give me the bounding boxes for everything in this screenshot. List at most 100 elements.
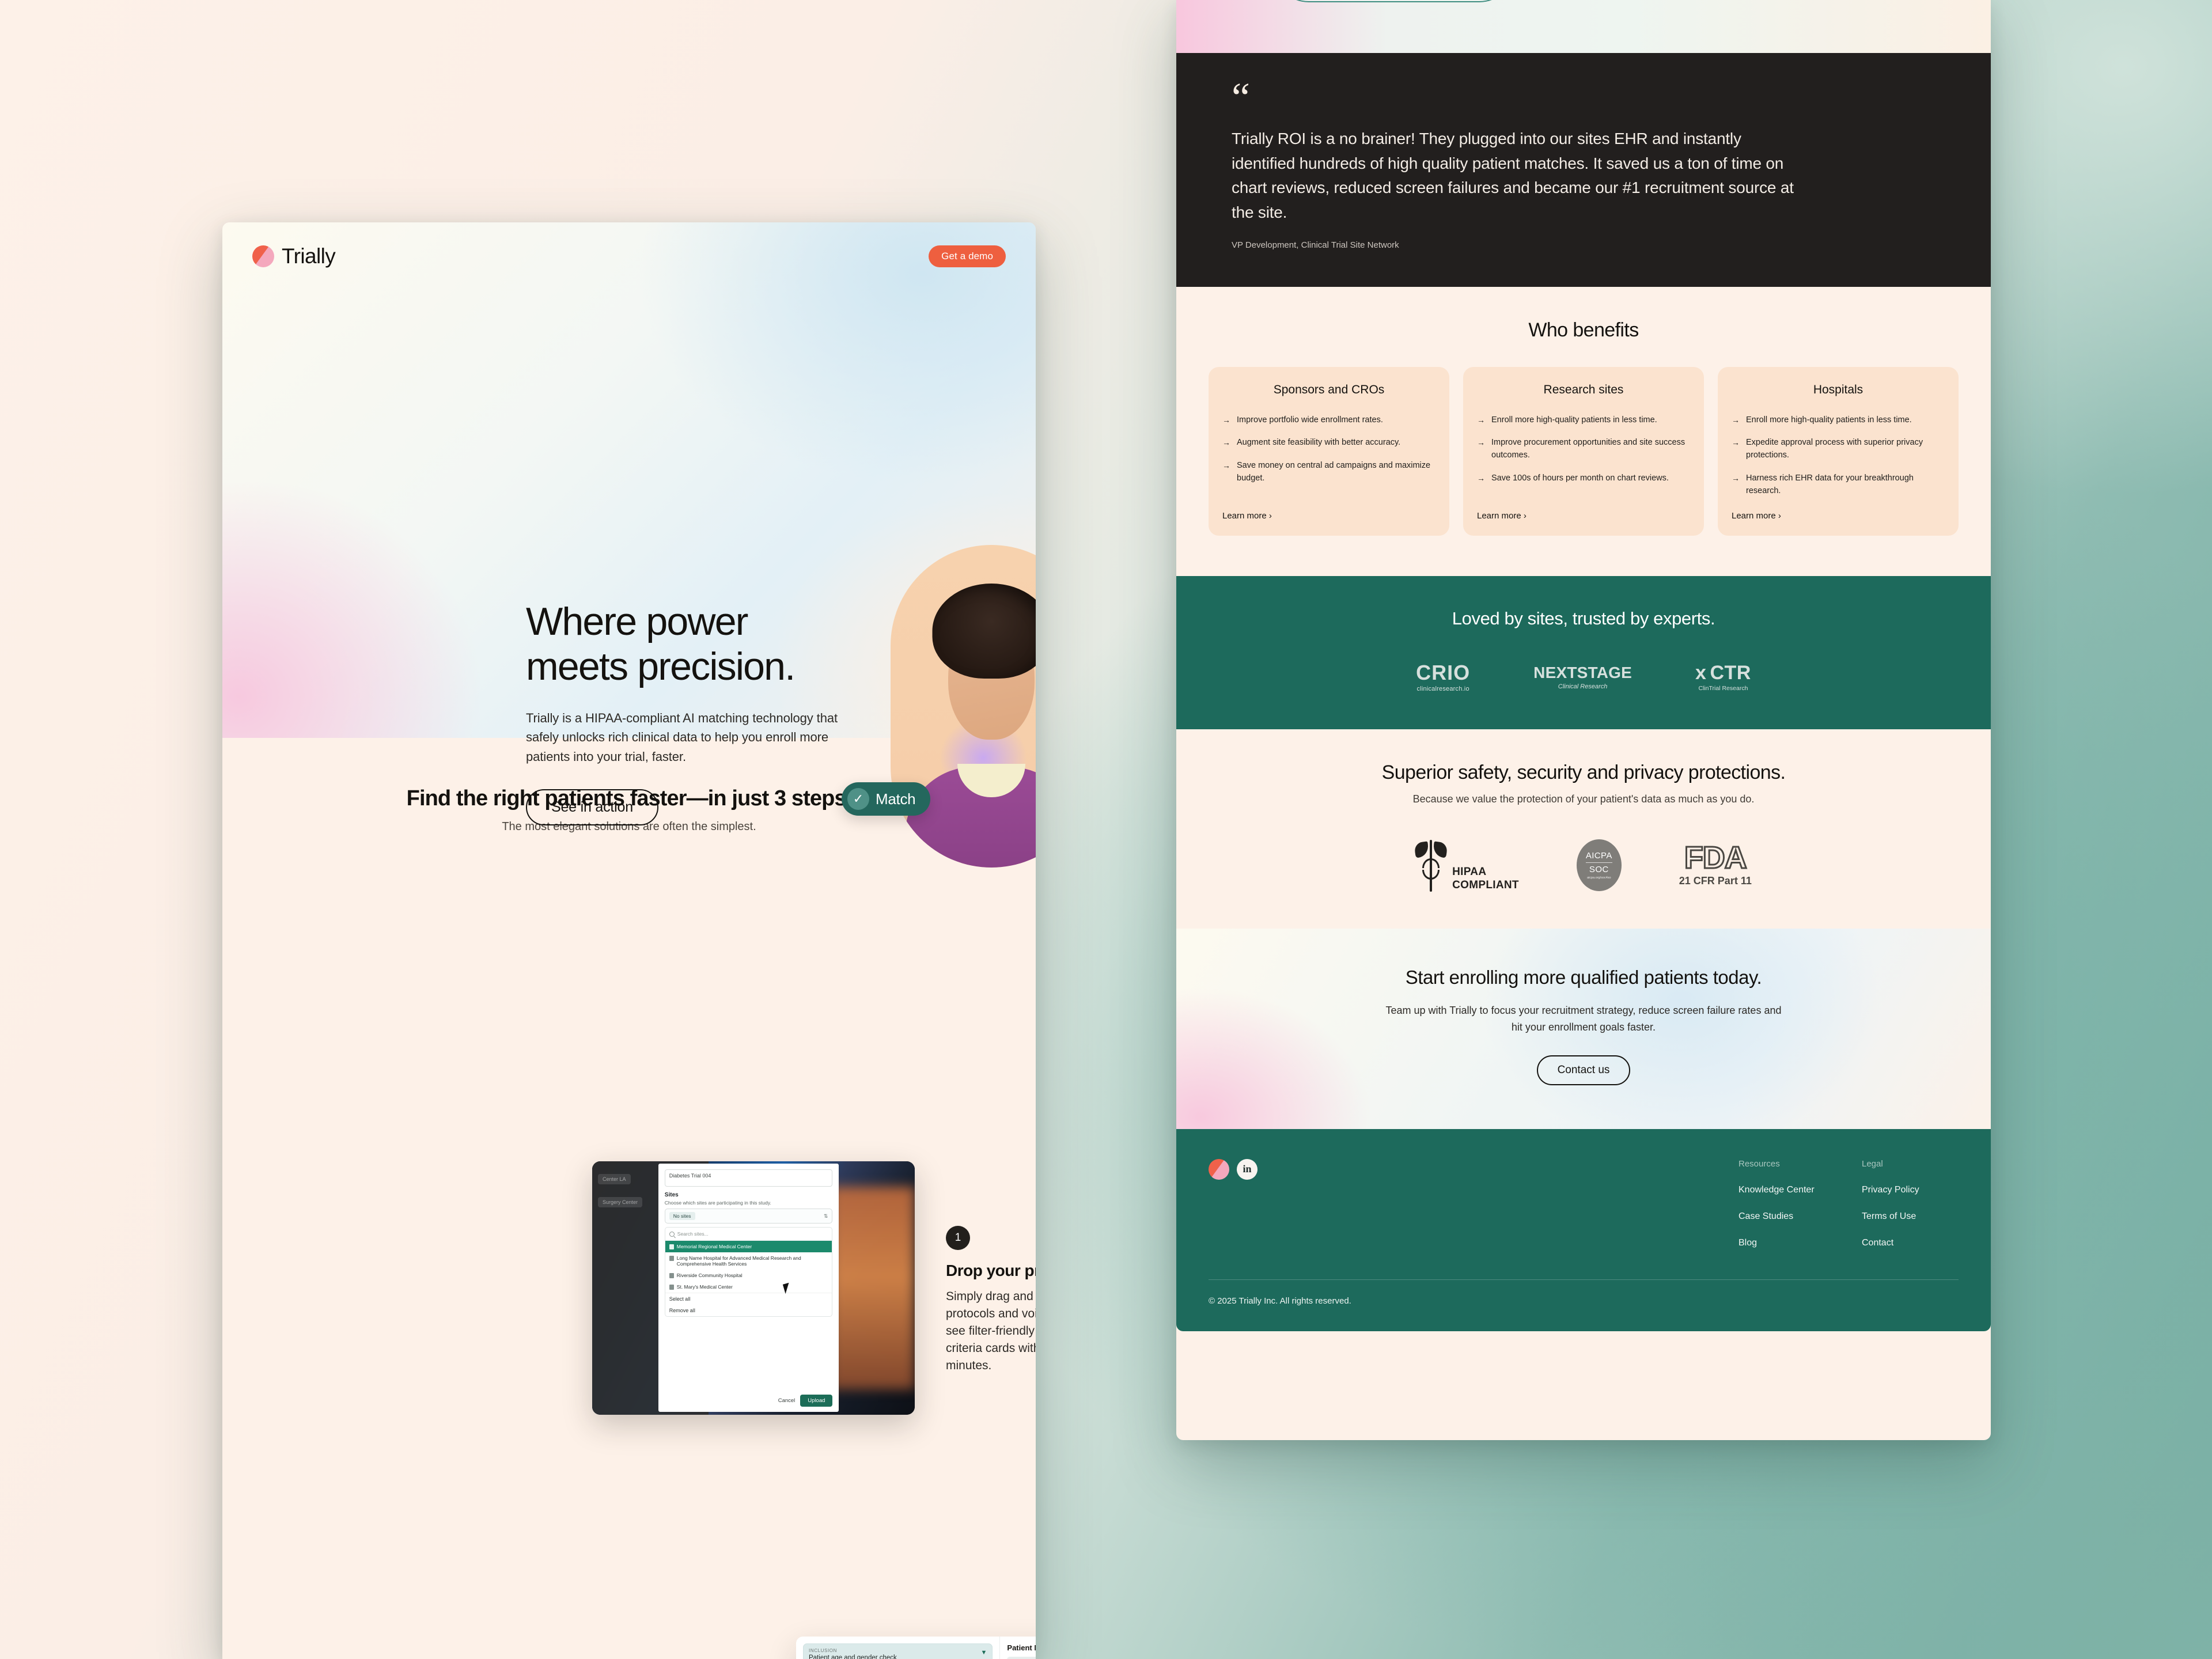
list-item: → Augment site feasibility with better ac… [1222, 437, 1435, 449]
cta-subtitle: Team up with Trially to focus your recru… [1385, 1005, 1782, 1033]
card-bullets: → Enroll more high-quality patients in le… [1732, 414, 1945, 508]
security-title: Superior safety, security and privacy pr… [1381, 762, 1786, 784]
step-1-block: 1 Drop your protocol Simply drag and dro… [946, 1226, 1036, 1374]
hipaa-line-1: HIPAA [1452, 865, 1487, 878]
chevron-right-icon: › [1523, 511, 1527, 521]
benefit-card-hospitals: Hospitals → Enroll more high-quality pati… [1718, 366, 1959, 536]
site-option[interactable]: Riverside Community Hospital [665, 1270, 832, 1281]
soc-label: SOC [1589, 864, 1609, 874]
site-option-label: Memorial Regional Medical Center [676, 1244, 752, 1249]
sites-help-text: Choose which sites are participating in … [664, 1200, 771, 1206]
security-section: Superior safety, security and privacy pr… [1176, 729, 1991, 929]
step-title: Drop your protocol [946, 1262, 1036, 1279]
criteria-card[interactable]: INCLUSION Patient age and gender check P… [803, 1643, 993, 1659]
hospital-icon [669, 1256, 674, 1261]
headline-line-2: meets precision. [526, 644, 796, 688]
screenshot-warm-glow [831, 1187, 915, 1389]
hipaa-compliant-badge: HIPAA COMPLIANT [1414, 839, 1519, 892]
aicpa-label: AICPA [1585, 851, 1612, 863]
benefits-title: Who benefits [1528, 319, 1639, 341]
bullet-text: Improve procurement opportunities and si… [1491, 438, 1685, 460]
step-number-badge: 1 [946, 1226, 970, 1250]
arrow-right-icon: → [1732, 473, 1740, 483]
learn-more-label: Learn more [1222, 511, 1267, 521]
brand-logo[interactable]: Trially [252, 244, 336, 268]
footer-link[interactable]: Case Studies [1738, 1211, 1825, 1222]
list-item: → Save money on central ad campaigns and … [1222, 460, 1435, 485]
arrow-right-icon: → [1222, 415, 1230, 425]
remove-all-action[interactable]: Remove all [665, 1305, 832, 1316]
bullet-text: Expedite approval process with superior … [1746, 438, 1923, 460]
card-title: Research sites [1543, 382, 1624, 396]
page-title: Where power meets precision. [526, 600, 883, 689]
bullet-text: Enroll more high-quality patients in les… [1491, 415, 1657, 425]
footer-column-heading: Resources [1738, 1158, 1780, 1169]
learn-more-link[interactable]: Learn more › [1732, 511, 1945, 521]
site-option[interactable]: St. Mary's Medical Center [665, 1281, 832, 1293]
linkedin-icon[interactable]: in [1237, 1158, 1257, 1180]
select-all-action[interactable]: Select all [665, 1293, 832, 1305]
trially-logo-icon[interactable] [1209, 1158, 1229, 1180]
chevron-right-icon: › [1268, 511, 1272, 521]
sites-select[interactable]: No sites ⇅ [664, 1209, 833, 1224]
get-a-demo-button[interactable]: Get a demo [929, 245, 1006, 267]
see-in-action-button[interactable]: See in action [526, 789, 658, 826]
footer-link-columns: Resources Knowledge Center Case Studies … [1738, 1159, 1959, 1264]
chevron-updown-icon: ⇅ [823, 1213, 828, 1219]
match-status-badge: ✓ Match [842, 782, 931, 816]
footer-link[interactable]: Contact [1862, 1238, 1948, 1248]
crio-wordmark: CRIO [1416, 661, 1471, 685]
list-item: → Improve procurement opportunities and s… [1477, 437, 1690, 462]
learn-more-label: Learn more [1732, 511, 1776, 521]
site-option[interactable]: Long Name Hospital for Advanced Medical … [665, 1252, 832, 1270]
footer-top: in Resources Knowledge Center Case Studi… [1209, 1158, 1959, 1264]
testimonial-quote: Trially ROI is a no brainer! They plugge… [1232, 130, 1794, 222]
site-option[interactable]: Memorial Regional Medical Center [665, 1241, 832, 1252]
testimonial-attribution: VP Development, Clinical Trial Site Netw… [1232, 240, 1399, 250]
site-option-label: Riverside Community Hospital [676, 1272, 743, 1278]
ctr-wordmark: x CTR [1695, 663, 1751, 683]
cta-section: Start enrolling more qualified patients … [1176, 929, 1991, 1129]
footer-link[interactable]: Blog [1738, 1238, 1825, 1248]
footer-social: in [1209, 1158, 1257, 1264]
left-page-panel: Trially Get a demo Where power meets pre… [222, 222, 1036, 1659]
cancel-button[interactable]: Cancel [778, 1397, 796, 1404]
nextstage-tagline: Clinical Research [1558, 683, 1608, 691]
learn-more-link[interactable]: Learn more › [1222, 511, 1435, 521]
benefits-section: Who benefits Sponsors and CROs → Improve … [1176, 286, 1991, 577]
bullet-text: Augment site feasibility with better acc… [1237, 438, 1401, 448]
benefit-card-research-sites: Research sites → Enroll more high-quality… [1463, 366, 1704, 536]
footer-link[interactable]: Privacy Policy [1862, 1185, 1948, 1195]
caduceus-icon [1414, 839, 1448, 892]
footer-column-heading: Legal [1862, 1158, 1883, 1169]
footer-link[interactable]: Knowledge Center [1738, 1185, 1825, 1195]
site-option-label: Long Name Hospital for Advanced Medical … [676, 1255, 801, 1267]
aicpa-soc-seal-icon: AICPA SOC aicpa.org/soc4so [1576, 839, 1622, 892]
search-sites-input[interactable]: Search sites... [665, 1228, 832, 1241]
footer-link[interactable]: Terms of Use [1862, 1211, 1948, 1222]
learn-more-link[interactable]: Learn more › [1477, 511, 1690, 521]
patient-matches-screenshot: INCLUSION Patient age and gender check P… [796, 1637, 1036, 1659]
arrow-right-icon: → [1222, 438, 1230, 448]
list-item: → Improve portfolio wide enrollment rates… [1222, 414, 1435, 427]
card-title: Sponsors and CROs [1273, 382, 1385, 396]
sites-label: Sites [664, 1192, 679, 1198]
list-item: → Expedite approval process with superior… [1732, 437, 1945, 462]
arrow-right-icon: → [1732, 415, 1740, 425]
criteria-panel: INCLUSION Patient age and gender check P… [796, 1637, 999, 1659]
protocol-upload-screenshot: Center LA Surgery Center Diabetes Trial … [592, 1161, 915, 1415]
study-name-field[interactable]: Diabetes Trial 004 [664, 1169, 833, 1187]
modal-footer: Cancel Upload [778, 1395, 833, 1407]
filter-icon[interactable]: ▼ [981, 1649, 987, 1656]
right-page-panel: “ Trially ROI is a no brainer! They plug… [1176, 0, 1991, 1440]
crio-tagline: clinicalresearch.io [1416, 685, 1469, 693]
patient-matches-panel: Patient Matches NAME % MET NEXT Hodges, … [999, 1637, 1036, 1659]
upload-button[interactable]: Upload [800, 1395, 833, 1407]
trially-logo-icon [252, 245, 274, 267]
testimonial-section: “ Trially ROI is a no brainer! They plug… [1176, 53, 1991, 287]
partners-section: Loved by sites, trusted by experts. CRIO… [1176, 576, 1991, 730]
contact-us-button[interactable]: Contact us [1536, 1055, 1631, 1085]
learn-more-label: Learn more [1477, 511, 1521, 521]
bullet-text: Improve portfolio wide enrollment rates. [1237, 415, 1383, 425]
check-icon: ✓ [847, 788, 869, 810]
